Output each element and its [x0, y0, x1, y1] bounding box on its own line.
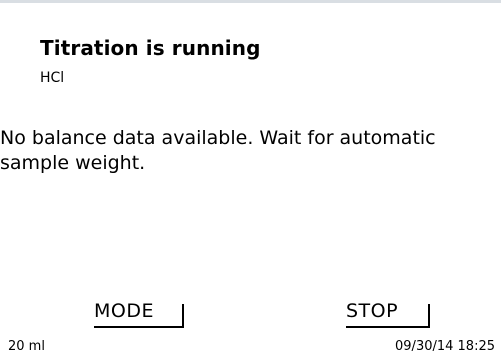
stop-button[interactable]: STOP — [346, 300, 430, 328]
status-message: No balance data available. Wait for auto… — [0, 127, 436, 174]
mode-button-label: MODE — [94, 300, 154, 322]
date-time: 09/30/14 18:25 — [395, 339, 495, 354]
stop-button-edge — [428, 304, 430, 328]
stop-button-label: STOP — [346, 300, 399, 322]
mode-button[interactable]: MODE — [94, 300, 184, 328]
mode-button-edge — [182, 304, 184, 328]
method-name: HCl — [40, 70, 65, 86]
stop-button-underline — [346, 326, 430, 328]
page-title: Titration is running — [40, 36, 261, 60]
top-divider — [0, 0, 501, 3]
mode-button-underline — [94, 326, 184, 328]
dosing-volume: 20 ml — [8, 339, 45, 354]
